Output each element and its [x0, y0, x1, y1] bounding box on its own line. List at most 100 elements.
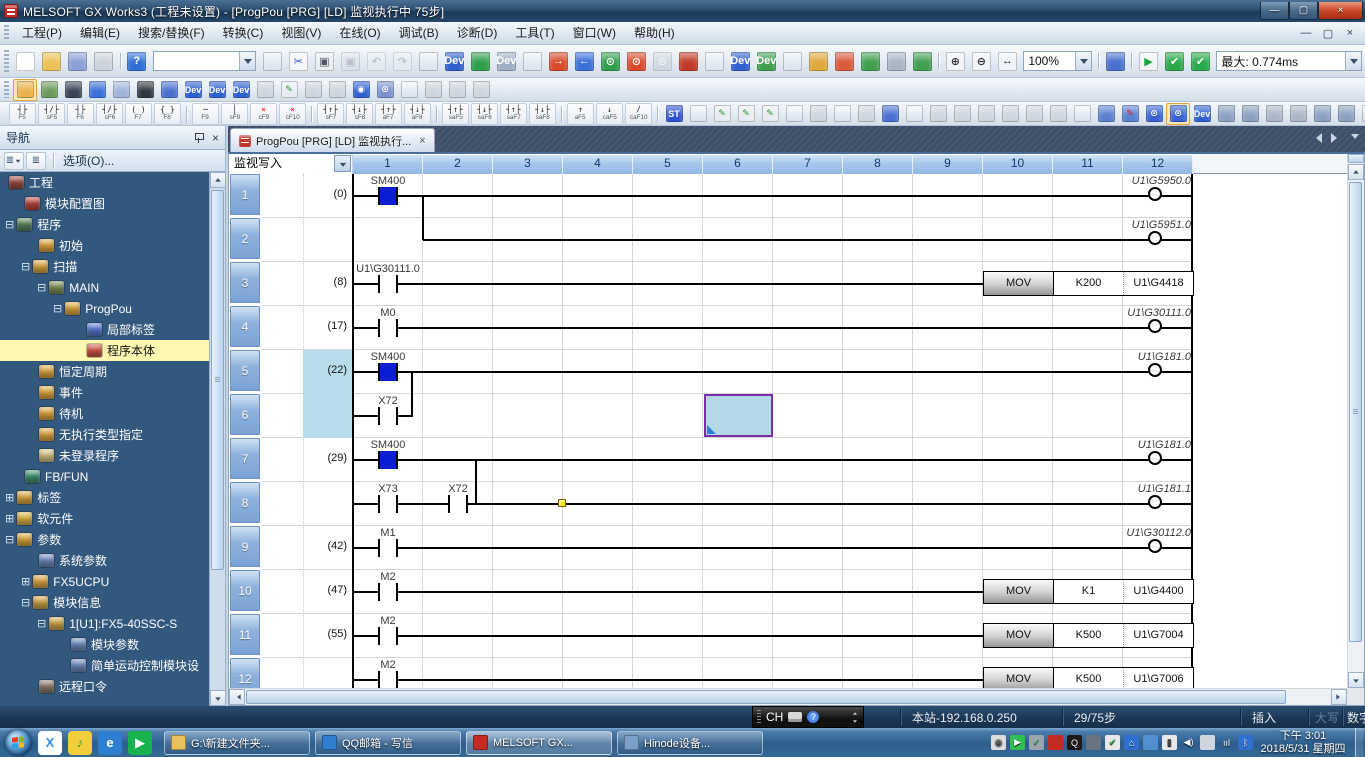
toolbar-button[interactable] [857, 48, 883, 74]
toolbar-button[interactable] [85, 79, 109, 101]
ladder-contact[interactable]: M2 [368, 570, 408, 614]
ladder-symbol-button[interactable]: ( )F7 [125, 103, 152, 125]
ladder-coil[interactable]: U1\G181.0 [1079, 438, 1193, 482]
menu-item[interactable]: 调试(B) [390, 22, 448, 45]
split-handle[interactable] [1348, 154, 1364, 163]
menu-item[interactable]: 窗口(W) [564, 22, 625, 45]
toolbar-button[interactable] [445, 79, 469, 101]
tray-icon[interactable]: ▮ [1162, 735, 1177, 750]
ladder-contact[interactable]: X72 [368, 394, 408, 438]
toolbar-button[interactable] [974, 103, 998, 125]
ladder-symbol-button[interactable]: ×cF9 [250, 103, 277, 125]
horizontal-scrollbar-thumb[interactable] [246, 690, 1286, 704]
toolbar-button[interactable]: Dev [441, 48, 467, 74]
toolbar-button[interactable] [13, 79, 37, 101]
tab-list-icon[interactable] [1351, 134, 1359, 143]
tree-item[interactable]: ⊟ 模块信息 [0, 592, 210, 613]
tray-icon[interactable]: ᛒ [1238, 735, 1253, 750]
rung-number-cell[interactable]: 7 [230, 438, 260, 479]
toolbar-button[interactable] [1214, 103, 1238, 125]
ladder-symbol-button[interactable]: ┤↑├aF7 [375, 103, 402, 125]
help-icon[interactable]: ? [807, 711, 819, 723]
tree-item[interactable]: 待机 [0, 403, 210, 424]
toolbar-button[interactable]: ⊙ [1142, 103, 1166, 125]
tab-progpou[interactable]: ProgPou [PRG] [LD] 监视执行... × [230, 128, 435, 152]
toolbar-button[interactable]: ← [571, 48, 597, 74]
tray-icon[interactable] [1143, 735, 1158, 750]
expand-toggle-icon[interactable]: ⊟ [37, 281, 46, 294]
mdi-close-button[interactable]: × [1341, 27, 1359, 40]
toolbar-button[interactable] [117, 48, 124, 74]
toolbar-button[interactable]: ▶ [1135, 48, 1161, 74]
toolbar-button[interactable] [1094, 103, 1118, 125]
toolbar-button[interactable]: ↔ [994, 48, 1020, 74]
toolbar-button[interactable] [325, 79, 349, 101]
ladder-symbol-button[interactable]: ┤├F6 [67, 103, 94, 125]
tree-item[interactable]: 模块配置图 [0, 193, 210, 214]
menu-item[interactable]: 工程(P) [13, 22, 71, 45]
mdi-minimize-button[interactable]: — [1297, 27, 1315, 40]
expand-toggle-icon[interactable]: ⊟ [21, 260, 30, 273]
taskbar-button[interactable]: MELSOFT GX... [466, 731, 612, 755]
rung-number-cell[interactable]: 3 [230, 262, 260, 303]
tree-item[interactable]: 简单运动控制模块设 [0, 655, 210, 676]
ladder-contact[interactable]: SM400 [368, 174, 408, 218]
tree-item[interactable]: 事件 [0, 382, 210, 403]
toolbar-button[interactable] [1102, 48, 1128, 74]
ladder-canvas[interactable]: 123456789101112 (0) SM400 U1\G5950.0 U1\… [229, 174, 1347, 688]
tree-view-mode-button[interactable]: ≣ [4, 152, 24, 170]
toolbar-button[interactable]: ⊙ [597, 48, 623, 74]
toolbar-button[interactable] [37, 79, 61, 101]
ladder-symbol-button[interactable]: ┤↓├saF6 [471, 103, 498, 125]
toolbar-button[interactable] [779, 48, 805, 74]
ladder-symbol-button[interactable]: ┤↓├aF8 [404, 103, 431, 125]
toolbar-button[interactable] [65, 48, 91, 74]
toolbar-button[interactable]: Dev [229, 79, 253, 101]
expand-toggle-icon[interactable]: ⊟ [53, 302, 62, 315]
menu-item[interactable]: 编辑(E) [71, 22, 129, 45]
vertical-scrollbar[interactable] [1347, 154, 1364, 688]
tray-icon[interactable]: ✔ [1105, 735, 1120, 750]
toolbar-button[interactable] [950, 103, 974, 125]
ladder-symbol-button[interactable]: ┤↓├saF8 [529, 103, 556, 125]
tray-icon[interactable]: ⌂ [1124, 735, 1139, 750]
tree-item[interactable]: 无执行类型指定 [0, 424, 210, 445]
ladder-symbol-button[interactable]: { }F8 [154, 103, 181, 125]
restore-button[interactable]: ▢ [1289, 2, 1318, 20]
toolbar-button[interactable] [701, 48, 727, 74]
toolbar-button[interactable] [13, 48, 39, 74]
menu-item[interactable]: 工具(T) [506, 22, 563, 45]
scan-time-combo[interactable]: 最大: 0.774ms [1216, 51, 1362, 71]
toolbar-button[interactable]: ⊖ [968, 48, 994, 74]
menu-item[interactable]: 搜索/替换(F) [129, 22, 214, 45]
rung-number-cell[interactable]: 10 [230, 570, 260, 611]
tree-item[interactable]: 工程 [0, 172, 210, 193]
quick-launch-icon[interactable]: ♪ [68, 731, 92, 755]
ladder-contact[interactable]: M1 [368, 526, 408, 570]
tree-item[interactable]: 初始 [0, 235, 210, 256]
toolbar-button[interactable] [109, 79, 133, 101]
tab-scroll-left-icon[interactable] [1311, 133, 1322, 143]
drag-grip-icon[interactable] [757, 710, 761, 724]
taskbar-clock[interactable]: 下午 3:01 2018/5/31 星期四 [1259, 730, 1347, 756]
toolbar-button[interactable] [467, 48, 493, 74]
toolbar-button[interactable] [1022, 103, 1046, 125]
tree-item[interactable]: ⊞ 软元件 [0, 508, 210, 529]
rung-number-cell[interactable]: 12 [230, 658, 260, 688]
toolbar-button[interactable]: ✎ [758, 103, 782, 125]
toolbar-button[interactable] [1238, 103, 1262, 125]
tree-item[interactable]: 局部标签 [0, 319, 210, 340]
toolbar-button[interactable] [806, 103, 830, 125]
expand-toggle-icon[interactable]: ⊟ [21, 596, 30, 609]
tree-item[interactable]: 远程口令 [0, 676, 210, 697]
ladder-coil[interactable]: U1\G5951.0 [1079, 218, 1193, 262]
toolbar-button[interactable]: Dev [493, 48, 519, 74]
toolbar-button[interactable]: Dev [1190, 103, 1214, 125]
rung-number-cell[interactable]: 9 [230, 526, 260, 567]
ladder-symbol-button[interactable]: ─F9 [192, 103, 219, 125]
toolbar-button[interactable] [39, 48, 65, 74]
toolbar-button[interactable]: ✎ [734, 103, 758, 125]
language-indicator[interactable]: CH [766, 710, 783, 724]
ladder-contact[interactable]: M2 [368, 658, 408, 688]
tray-icon[interactable] [1048, 735, 1063, 750]
